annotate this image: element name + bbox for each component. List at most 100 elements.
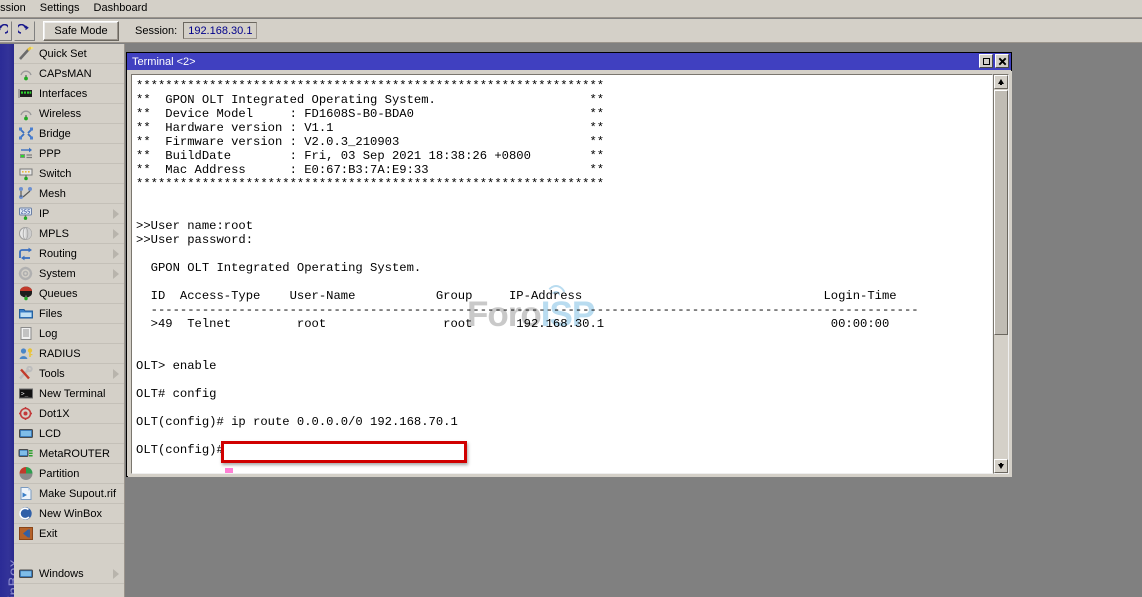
lcd-icon bbox=[18, 426, 34, 441]
redo-button[interactable] bbox=[14, 21, 35, 41]
scroll-down-button[interactable] bbox=[994, 459, 1008, 473]
lcd-icon bbox=[17, 426, 34, 442]
terminal-screen[interactable]: ForoISP ********************************… bbox=[131, 74, 993, 474]
undo-icon bbox=[0, 24, 8, 37]
windows-icon bbox=[18, 566, 34, 581]
sidebar-item-ppp[interactable]: PPP bbox=[14, 144, 124, 164]
terminal-icon: >_ bbox=[18, 386, 34, 401]
session-address-field[interactable]: 192.168.30.1 bbox=[183, 22, 257, 39]
menu-session[interactable]: ession bbox=[0, 0, 33, 17]
sidebar-item-queues[interactable]: Queues bbox=[14, 284, 124, 304]
sidebar-item-quick-set[interactable]: Quick Set bbox=[14, 44, 124, 64]
sidebar-item-partition[interactable]: Partition bbox=[14, 464, 124, 484]
sidebar-item-system[interactable]: System bbox=[14, 264, 124, 284]
scroll-up-icon bbox=[997, 78, 1005, 86]
chevron-right-icon bbox=[113, 209, 119, 219]
sidebar-item-files[interactable]: Files bbox=[14, 304, 124, 324]
terminal-window: Terminal <2> ForoISP ******* bbox=[126, 52, 1012, 477]
sidebar-item-windows[interactable]: Windows bbox=[14, 564, 124, 584]
sidebar-item-wireless[interactable]: Wireless bbox=[14, 104, 124, 124]
sidebar-item-label: CAPsMAN bbox=[39, 67, 92, 81]
sidebar-item-exit[interactable]: Exit bbox=[14, 524, 124, 544]
sidebar-item-mesh[interactable]: Mesh bbox=[14, 184, 124, 204]
menu-bar: ession Settings Dashboard bbox=[0, 0, 1142, 18]
partition-icon bbox=[18, 466, 34, 481]
terminal-icon: >_ bbox=[17, 386, 34, 402]
scrollbar-thumb[interactable] bbox=[994, 90, 1008, 335]
sidebar-spacer bbox=[14, 544, 124, 564]
tools-icon bbox=[17, 366, 34, 382]
sidebar-item-label: Quick Set bbox=[39, 47, 87, 61]
svg-text:>_: >_ bbox=[21, 391, 29, 398]
close-icon bbox=[998, 57, 1007, 66]
antenna-icon bbox=[17, 106, 34, 122]
terminal-cursor bbox=[225, 468, 233, 474]
exit-icon bbox=[18, 526, 34, 541]
undo-button[interactable] bbox=[0, 21, 12, 41]
scrollbar-track[interactable] bbox=[994, 337, 1008, 458]
sidebar-item-ip[interactable]: 255 IP bbox=[14, 204, 124, 224]
sidebar-item-make-supout-rif[interactable]: Make Supout.rif bbox=[14, 484, 124, 504]
terminal-output: ****************************************… bbox=[132, 75, 992, 457]
sidebar-item-bridge[interactable]: Bridge bbox=[14, 124, 124, 144]
sidebar-item-dot1x[interactable]: Dot1X bbox=[14, 404, 124, 424]
log-icon bbox=[17, 326, 34, 342]
partition-icon bbox=[17, 466, 34, 482]
sidebar-item-mpls[interactable]: MPLS bbox=[14, 224, 124, 244]
ip-255-icon: 255 bbox=[18, 206, 34, 221]
sidebar-item-label: New Terminal bbox=[39, 387, 105, 401]
routing-icon bbox=[18, 246, 34, 261]
maximize-icon bbox=[983, 58, 990, 65]
ppp-icon bbox=[18, 146, 34, 161]
supout-icon bbox=[17, 486, 34, 502]
session-label: Session: bbox=[135, 25, 177, 37]
sidebar-item-switch[interactable]: Switch bbox=[14, 164, 124, 184]
toolbar: Safe Mode Session: 192.168.30.1 bbox=[0, 19, 1142, 43]
terminal-title-bar[interactable]: Terminal <2> bbox=[127, 53, 1011, 70]
terminal-title: Terminal <2> bbox=[132, 55, 196, 69]
sidebar-item-metarouter[interactable]: MetaROUTER bbox=[14, 444, 124, 464]
sidebar-item-radius[interactable]: RADIUS bbox=[14, 344, 124, 364]
sidebar-item-tools[interactable]: Tools bbox=[14, 364, 124, 384]
sidebar-item-label: Switch bbox=[39, 167, 71, 181]
window-buttons bbox=[979, 54, 1009, 68]
chevron-right-icon bbox=[113, 249, 119, 259]
interfaces-icon bbox=[18, 86, 34, 101]
antenna-icon bbox=[17, 66, 34, 82]
sidebar-item-label: New WinBox bbox=[39, 507, 102, 521]
sidebar-item-label: Files bbox=[39, 307, 62, 321]
sidebar-item-label: Exit bbox=[39, 527, 57, 541]
mesh-icon bbox=[18, 186, 34, 201]
winbox-icon bbox=[18, 506, 34, 521]
sidebar-item-label: Mesh bbox=[39, 187, 66, 201]
sidebar-item-capsman[interactable]: CAPsMAN bbox=[14, 64, 124, 84]
folder-icon bbox=[18, 306, 34, 321]
sidebar-item-label: IP bbox=[39, 207, 49, 221]
menu-settings[interactable]: Settings bbox=[33, 0, 87, 17]
chevron-right-icon bbox=[113, 369, 119, 379]
dot1x-icon bbox=[17, 406, 34, 422]
winbox-desktop: ession Settings Dashboard Safe Mode Sess… bbox=[0, 0, 1142, 597]
safe-mode-button[interactable]: Safe Mode bbox=[43, 21, 119, 41]
antenna-icon bbox=[18, 106, 34, 121]
sidebar-item-log[interactable]: Log bbox=[14, 324, 124, 344]
sidebar-item-new-winbox[interactable]: New WinBox bbox=[14, 504, 124, 524]
sidebar-item-lcd[interactable]: LCD bbox=[14, 424, 124, 444]
maximize-button[interactable] bbox=[979, 54, 993, 68]
scroll-up-button[interactable] bbox=[994, 75, 1008, 89]
sidebar-item-label: Wireless bbox=[39, 107, 81, 121]
sidebar-item-label: System bbox=[39, 267, 76, 281]
menu-dashboard[interactable]: Dashboard bbox=[87, 0, 155, 17]
terminal-scrollbar[interactable] bbox=[993, 74, 1009, 474]
sidebar-item-interfaces[interactable]: Interfaces bbox=[14, 84, 124, 104]
sidebar-item-label: Partition bbox=[39, 467, 79, 481]
chevron-right-icon bbox=[113, 229, 119, 239]
sidebar-item-new-terminal[interactable]: >_ New Terminal bbox=[14, 384, 124, 404]
tools-icon bbox=[18, 366, 34, 381]
sidebar-item-label: Bridge bbox=[39, 127, 71, 141]
sidebar-item-routing[interactable]: Routing bbox=[14, 244, 124, 264]
winbox-watermark-text: WinBox bbox=[6, 547, 15, 597]
close-button[interactable] bbox=[995, 54, 1009, 68]
bridge-icon bbox=[18, 126, 34, 141]
chevron-right-icon bbox=[113, 269, 119, 279]
